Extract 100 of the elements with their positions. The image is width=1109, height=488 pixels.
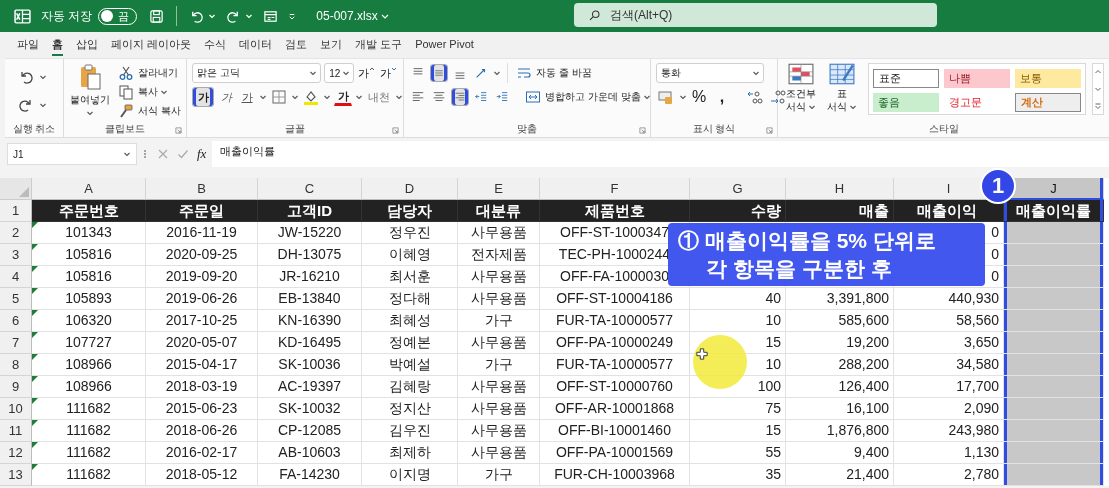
- cell-style-option[interactable]: 나쁨: [944, 69, 1010, 88]
- name-box[interactable]: J1: [7, 143, 137, 165]
- ribbon-tab[interactable]: Power Pivot: [415, 34, 474, 56]
- row-header[interactable]: 13: [0, 464, 32, 486]
- row-header[interactable]: 8: [0, 354, 32, 376]
- table-cell: 16,100: [786, 398, 894, 420]
- row-header[interactable]: 2: [0, 222, 32, 244]
- table-cell: 75: [690, 398, 786, 420]
- paste-button[interactable]: 붙여넣기: [69, 63, 111, 121]
- table-cell: 288,200: [786, 354, 894, 376]
- formula-field[interactable]: 매출이익률: [212, 141, 1109, 167]
- cell-style-option[interactable]: 보통: [1015, 69, 1081, 88]
- table-cell: 사무용품: [458, 332, 540, 354]
- font-color-button[interactable]: 가: [334, 88, 352, 106]
- cell-style-option[interactable]: 표준: [873, 69, 939, 88]
- table-cell: 2018-03-19: [146, 376, 258, 398]
- row-header[interactable]: 5: [0, 288, 32, 310]
- row-header[interactable]: 10: [0, 398, 32, 420]
- group-label: 글꼴: [285, 122, 305, 136]
- wrap-text-button[interactable]: 자동 줄 바꿈: [514, 63, 592, 83]
- table-cell: 108966: [32, 376, 146, 398]
- font-size-dropdown[interactable]: 12: [324, 63, 355, 83]
- autosave-label: 자동 저장: [41, 7, 93, 25]
- ribbon-tab[interactable]: 보기: [320, 34, 343, 56]
- ribbon-tab[interactable]: 파일: [17, 34, 39, 56]
- table-cell: 정예본: [362, 332, 458, 354]
- table-cell: FA-14230: [258, 464, 362, 486]
- column-header[interactable]: D: [400, 181, 419, 196]
- table-cell: CP-12085: [258, 420, 362, 442]
- row-header[interactable]: 7: [0, 332, 32, 354]
- table-cell: 2015-04-17: [146, 354, 258, 376]
- column-header[interactable]: A: [80, 181, 97, 196]
- merge-center-button[interactable]: 병합하고 가운데 맞춤: [523, 87, 651, 107]
- increase-font-button[interactable]: 가: [357, 63, 377, 83]
- table-cell: 111682: [32, 464, 146, 486]
- ribbon-tab[interactable]: 삽입: [76, 34, 98, 56]
- column-header[interactable]: E: [490, 181, 507, 196]
- column-header[interactable]: J: [1046, 180, 1061, 196]
- font-family-dropdown[interactable]: 맑은 고딕: [192, 63, 322, 83]
- table-cell: 최혜성: [362, 310, 458, 332]
- search-field[interactable]: 검색(Alt+Q): [574, 3, 937, 27]
- file-name[interactable]: 05-007.xlsx: [316, 9, 378, 23]
- cell-style-option[interactable]: 좋음: [873, 93, 939, 112]
- format-as-table-button[interactable]: 표 서식: [824, 63, 860, 121]
- percent-style-button[interactable]: %: [690, 87, 708, 107]
- ribbon-tab[interactable]: 검토: [285, 34, 308, 56]
- row-header[interactable]: 12: [0, 442, 32, 464]
- table-cell: AB-10603: [258, 442, 362, 464]
- ribbon-tab[interactable]: 데이터: [239, 34, 273, 56]
- row-header[interactable]: 4: [0, 266, 32, 288]
- column-header[interactable]: I: [942, 181, 955, 196]
- table-cell: SK-10032: [258, 398, 362, 420]
- group-label: 스타일: [928, 122, 959, 136]
- column-title-cell: 주문번호: [32, 200, 146, 222]
- table-cell: 111682: [32, 442, 146, 464]
- table-cell: 126,400: [786, 376, 894, 398]
- group-label: 실행 취소: [12, 122, 56, 136]
- table-cell: AC-19397: [258, 376, 362, 398]
- table-cell: 이지명: [362, 464, 458, 486]
- column-header[interactable]: G: [728, 181, 747, 196]
- ribbon-tab[interactable]: 수식: [204, 34, 227, 56]
- clipboard-button[interactable]: 잘라내기: [116, 63, 179, 82]
- column-title-cell: 매출이익: [894, 200, 1004, 222]
- column-header[interactable]: C: [300, 181, 319, 196]
- clipboard-button[interactable]: 복사: [116, 82, 169, 101]
- table-cell: 21,400: [786, 464, 894, 486]
- column-header[interactable]: H: [830, 181, 849, 196]
- table-cell: 105816: [32, 244, 146, 266]
- table-cell: 정지산: [362, 398, 458, 420]
- table-cell: 106320: [32, 310, 146, 332]
- insert-function-button[interactable]: fx: [197, 146, 207, 162]
- group-label: 맞춤: [517, 122, 537, 136]
- table-cell: FUR-TA-10000577: [540, 310, 690, 332]
- row-header[interactable]: 6: [0, 310, 32, 332]
- italic-button[interactable]: 가: [217, 87, 235, 107]
- ribbon-tab[interactable]: 개발 도구: [355, 34, 403, 56]
- clipboard-button[interactable]: 서식 복사: [116, 101, 181, 120]
- column-header[interactable]: B: [193, 181, 210, 196]
- table-cell: OFF-PA-10001569: [540, 442, 690, 464]
- bold-button[interactable]: 가: [192, 87, 214, 107]
- table-cell: 2018-05-12: [146, 464, 258, 486]
- conditional-format-button[interactable]: 조건부 서식: [783, 63, 819, 121]
- comma-style-button[interactable]: ,: [711, 87, 733, 107]
- number-format-dropdown[interactable]: 통화: [656, 63, 764, 83]
- row-header[interactable]: 3: [0, 244, 32, 266]
- row-header[interactable]: 9: [0, 376, 32, 398]
- ribbon-tab[interactable]: 홈: [52, 34, 63, 56]
- table-cell: FUR-TA-10000577: [540, 354, 690, 376]
- underline-button[interactable]: 가: [238, 87, 256, 107]
- table-cell: FUR-CH-10003968: [540, 464, 690, 486]
- phonetic-button[interactable]: 내천: [366, 87, 392, 107]
- row-header[interactable]: 1: [0, 200, 32, 222]
- table-cell: 585,600: [786, 310, 894, 332]
- table-cell: 2015-06-23: [146, 398, 258, 420]
- table-cell: 2019-06-26: [146, 288, 258, 310]
- row-header[interactable]: 11: [0, 420, 32, 442]
- ribbon-tab[interactable]: 페이지 레이아웃: [111, 34, 192, 56]
- decrease-font-button[interactable]: 가: [379, 63, 398, 83]
- table-cell: 김우진: [362, 420, 458, 442]
- column-header[interactable]: F: [606, 181, 623, 196]
